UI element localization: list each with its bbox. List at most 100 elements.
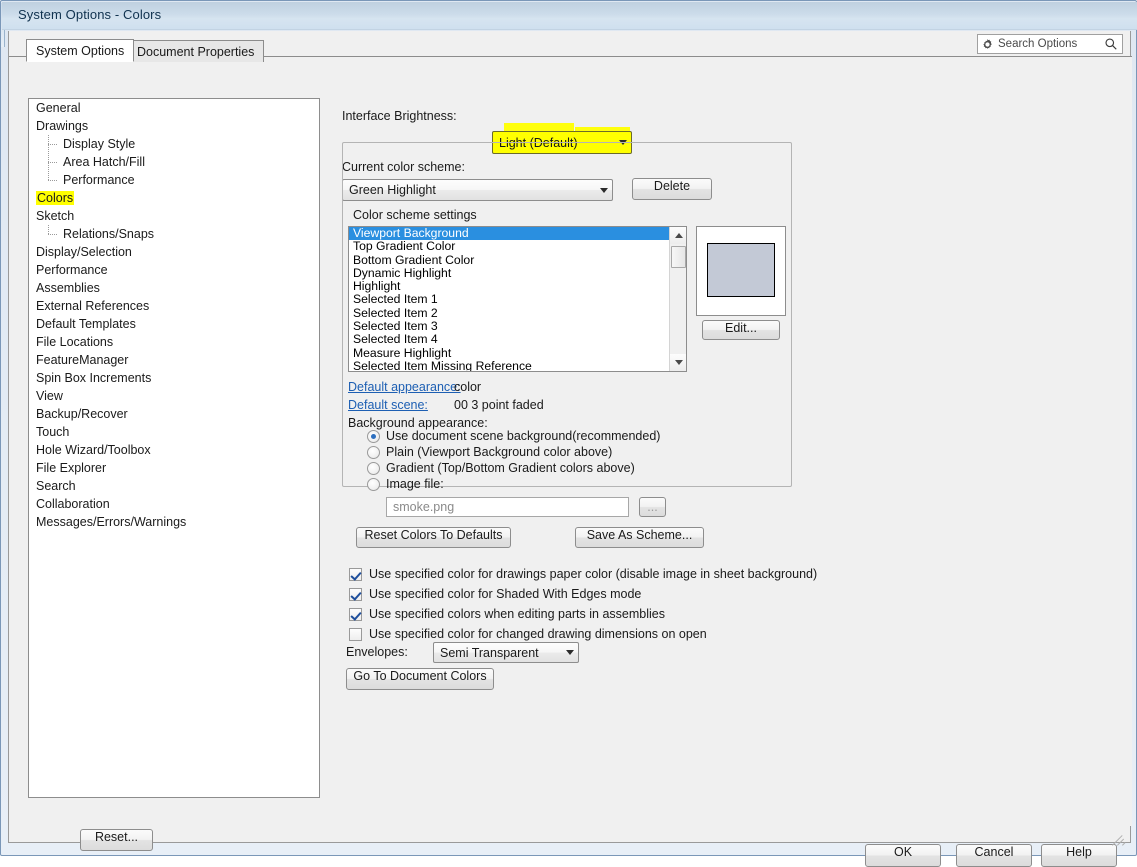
tree-item-label: Drawings [36, 119, 89, 133]
tree-item-performance[interactable]: Performance [29, 171, 319, 189]
tree-item-display-style[interactable]: Display Style [29, 135, 319, 153]
tree-item-label: FeatureManager [36, 353, 129, 367]
tree-item-file-explorer[interactable]: File Explorer [29, 459, 319, 477]
tree-item-spin-box-increments[interactable]: Spin Box Increments [29, 369, 319, 387]
tree-item-area-hatch-fill[interactable]: Area Hatch/Fill [29, 153, 319, 171]
checkbox-drawings-paper-color[interactable]: Use specified color for drawings paper c… [349, 567, 817, 581]
tree-item-label: Display/Selection [36, 245, 132, 259]
envelopes-label: Envelopes: [346, 645, 408, 659]
go-to-document-colors-button[interactable]: Go To Document Colors [346, 668, 494, 690]
default-scene-value: 00 3 point faded [454, 398, 544, 412]
list-item[interactable]: Viewport Background [349, 227, 669, 241]
checkbox-label: Use specified color for changed drawing … [369, 627, 707, 641]
background-appearance-label: Background appearance: [348, 416, 488, 430]
marker-smudge-brightness [504, 123, 574, 131]
list-item[interactable]: Selected Item 4 [349, 333, 669, 347]
scroll-up-icon[interactable] [670, 227, 686, 244]
tree-item-external-references[interactable]: External References [29, 297, 319, 315]
search-icon[interactable] [1104, 37, 1118, 51]
tree-item-label: Search [36, 479, 76, 493]
list-item[interactable]: Bottom Gradient Color [349, 253, 669, 267]
radio-use-document-scene[interactable]: Use document scene background(recommende… [367, 429, 660, 443]
scrollbar-thumb[interactable] [671, 246, 686, 268]
radio-gradient[interactable]: Gradient (Top/Bottom Gradient colors abo… [367, 461, 635, 475]
list-item[interactable]: Selected Item 2 [349, 306, 669, 320]
tree-item-hole-wizard-toolbox[interactable]: Hole Wizard/Toolbox [29, 441, 319, 459]
reset-colors-to-defaults-button[interactable]: Reset Colors To Defaults [356, 527, 511, 548]
checkbox-label: Use specified colors when editing parts … [369, 607, 665, 621]
chevron-down-icon [561, 650, 578, 655]
tree-item-label: View [36, 389, 63, 403]
search-options-box[interactable]: Search Options [977, 34, 1123, 54]
reset-button[interactable]: Reset... [80, 829, 153, 851]
list-item[interactable]: Dynamic Highlight [349, 266, 669, 280]
envelopes-combo[interactable]: Semi Transparent [433, 642, 579, 663]
window-title: System Options - Colors [18, 7, 162, 22]
tab-document-properties[interactable]: Document Properties [127, 40, 265, 62]
radio-image-file[interactable]: Image file: [367, 477, 444, 491]
radio-label: Image file: [386, 477, 444, 491]
tree-item-label: File Explorer [36, 461, 107, 475]
tree-item-label: Display Style [63, 137, 136, 151]
list-item[interactable]: Highlight [349, 279, 669, 293]
tree-item-colors[interactable]: Colors [29, 189, 319, 207]
title-bar: System Options - Colors [2, 2, 1137, 30]
tree-item-label: File Locations [36, 335, 114, 349]
tree-item-relations-snaps[interactable]: Relations/Snaps [29, 225, 319, 243]
tree-item-view[interactable]: View [29, 387, 319, 405]
default-appearance-link[interactable]: Default appearance: [348, 380, 461, 394]
tree-item-display-selection[interactable]: Display/Selection [29, 243, 319, 261]
tree-item-backup-recover[interactable]: Backup/Recover [29, 405, 319, 423]
tree-item-messages-errors-warnings[interactable]: Messages/Errors/Warnings [29, 513, 319, 531]
options-content: General Drawings Display Style Area Hatch/F… [9, 56, 1132, 851]
tree-item-featuremanager[interactable]: FeatureManager [29, 351, 319, 369]
tree-item-file-locations[interactable]: File Locations [29, 333, 319, 351]
tab-system-options[interactable]: System Options [26, 39, 135, 62]
checkbox-label: Use specified color for drawings paper c… [369, 567, 818, 581]
radio-plain[interactable]: Plain (Viewport Background color above) [367, 445, 612, 459]
tree-item-label: Spin Box Increments [36, 371, 152, 385]
browse-image-button[interactable]: ... [639, 497, 666, 517]
color-preview-box [696, 226, 786, 316]
dialog-client-area: System Options Document Properties Searc… [8, 31, 1132, 867]
listbox-scrollbar[interactable] [669, 227, 686, 371]
checkbox-changed-drawing-dimensions[interactable]: Use specified color for changed drawing … [349, 627, 707, 641]
save-as-scheme-button[interactable]: Save As Scheme... [575, 527, 704, 548]
list-item[interactable]: Measure Highlight [349, 346, 669, 360]
tree-item-label: Backup/Recover [36, 407, 128, 421]
tree-item-label: General [36, 101, 81, 115]
checkbox-indicator [349, 587, 362, 601]
tree-item-performance[interactable]: Performance [29, 261, 319, 279]
color-preview-swatch [707, 243, 775, 297]
options-category-tree[interactable]: General Drawings Display Style Area Hatch/F… [28, 98, 320, 798]
color-settings-listbox[interactable]: Viewport Background Top Gradient Color Bot… [348, 226, 687, 372]
tree-item-assemblies[interactable]: Assemblies [29, 279, 319, 297]
tree-item-sketch[interactable]: Sketch [29, 207, 319, 225]
tree-item-search[interactable]: Search [29, 477, 319, 495]
tree-item-label: External References [36, 299, 150, 313]
dialog-window: System Options - Colors System Options D… [0, 0, 1137, 867]
tree-item-collaboration[interactable]: Collaboration [29, 495, 319, 513]
checkbox-shaded-with-edges[interactable]: Use specified color for Shaded With Edge… [349, 587, 641, 601]
radio-indicator [367, 429, 380, 443]
tree-item-label: Messages/Errors/Warnings [36, 515, 187, 529]
list-item[interactable]: Top Gradient Color [349, 239, 669, 253]
search-input[interactable]: Search Options [998, 38, 1104, 50]
list-item[interactable]: Selected Item Missing Reference [349, 359, 669, 371]
scroll-down-icon[interactable] [670, 354, 686, 371]
resize-grip[interactable] [1112, 833, 1126, 846]
tree-item-default-templates[interactable]: Default Templates [29, 315, 319, 333]
radio-indicator [367, 461, 380, 475]
default-scene-link[interactable]: Default scene: [348, 398, 428, 412]
radio-label: Use document scene background(recommende… [386, 429, 661, 443]
image-file-input[interactable]: smoke.png [386, 497, 629, 517]
tree-item-label: Performance [63, 173, 135, 187]
tree-item-drawings[interactable]: Drawings [29, 117, 319, 135]
tree-item-label: Colors [36, 191, 75, 205]
tree-item-general[interactable]: General [29, 99, 319, 117]
list-item[interactable]: Selected Item 3 [349, 319, 669, 333]
checkbox-editing-parts-in-assemblies[interactable]: Use specified colors when editing parts … [349, 607, 665, 621]
tree-item-touch[interactable]: Touch [29, 423, 319, 441]
list-item[interactable]: Selected Item 1 [349, 293, 669, 307]
edit-color-button[interactable]: Edit... [702, 320, 780, 340]
